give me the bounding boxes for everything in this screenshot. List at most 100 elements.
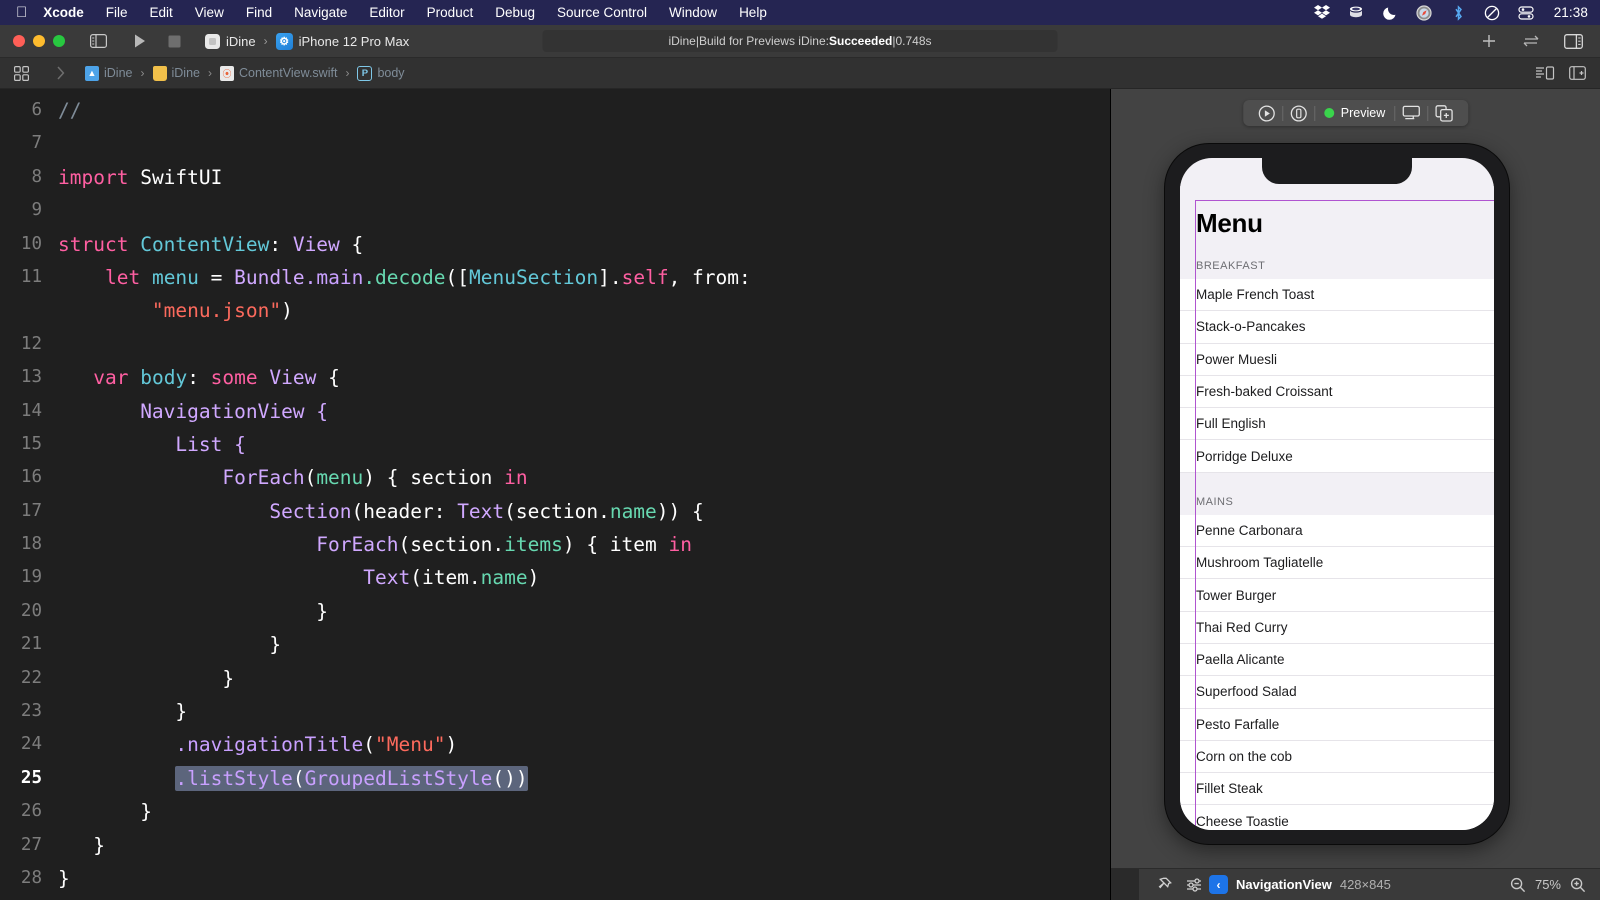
apple-logo-icon[interactable]:  [16, 5, 27, 20]
list-item[interactable]: Cheese Toastie [1180, 805, 1494, 830]
code-line-17: 17 Section(header: Text(section.name)) { [0, 495, 1110, 528]
list-item[interactable]: Maple French Toast [1180, 279, 1494, 312]
menu-item-debug[interactable]: Debug [495, 5, 535, 20]
list-item[interactable]: Mushroom Tagliatelle [1180, 547, 1494, 580]
pin-icon[interactable] [1149, 877, 1179, 892]
status-result: Succeeded [829, 34, 893, 48]
menu-item-find[interactable]: Find [246, 5, 272, 20]
list-item[interactable]: Tower Burger [1180, 579, 1494, 612]
chevron-left-icon[interactable]: ‹ [1209, 875, 1228, 894]
add-editor-icon[interactable] [1476, 30, 1502, 52]
code-line-13: 13 var body: some View { [0, 361, 1110, 394]
code-token: Text [457, 499, 505, 523]
code-token: } [58, 866, 70, 890]
menu-item-view[interactable]: View [195, 5, 224, 20]
list-item[interactable]: Fresh-baked Croissant [1180, 375, 1494, 409]
inspector-toggle-icon[interactable] [1560, 30, 1586, 52]
list-item[interactable]: Paella Alicante [1180, 643, 1494, 677]
breadcrumb-item-project[interactable]: ▲ iDine [85, 65, 133, 81]
menu-item-navigate[interactable]: Navigate [294, 5, 347, 20]
menu-item-editor[interactable]: Editor [369, 5, 404, 20]
swap-arrows-icon[interactable] [1518, 30, 1544, 52]
preview-toolbar: Preview [1242, 100, 1469, 126]
dropbox-icon[interactable] [1314, 4, 1331, 21]
menu-item-edit[interactable]: Edit [150, 5, 173, 20]
bluetooth-icon[interactable] [1450, 4, 1467, 21]
code-token: , from: [668, 265, 751, 289]
scheme-selector[interactable]: iDine › ⚙ iPhone 12 Pro Max [205, 32, 409, 50]
breadcrumb-label-3: body [377, 66, 405, 80]
database-stack-icon[interactable] [1348, 4, 1365, 21]
list-item[interactable]: Penne Carbonara [1180, 514, 1494, 548]
code-token: Text [363, 566, 411, 590]
moon-do-not-disturb-icon[interactable] [1382, 4, 1399, 21]
breadcrumb-item-folder[interactable]: iDine [152, 65, 200, 81]
code-selection-highlight[interactable]: .listStyle(GroupedListStyle()) [175, 765, 528, 791]
device-screen[interactable]: Menu BREAKFAST Maple French Toast Stack-… [1180, 158, 1494, 830]
list-item[interactable]: Corn on the cob [1180, 740, 1494, 774]
circle-slash-icon[interactable] [1484, 4, 1501, 21]
list-item[interactable]: Pesto Farfalle [1180, 708, 1494, 741]
line-number: 12 [20, 333, 42, 354]
list-item[interactable]: Stack-o-Pancakes [1180, 311, 1494, 344]
breadcrumb-item-symbol[interactable]: P body [357, 65, 405, 81]
minimap-toggle-icon[interactable] [1535, 66, 1555, 80]
menu-item-file[interactable]: File [106, 5, 128, 20]
list-item[interactable]: Superfood Salad [1180, 676, 1494, 709]
control-center-icon[interactable] [1518, 4, 1535, 21]
close-button[interactable] [13, 35, 25, 47]
list-item[interactable]: Fillet Steak [1180, 773, 1494, 806]
source-code-editor[interactable]: 6 // 7 8 import SwiftUI 9 10 struct Content… [0, 89, 1110, 900]
list-item[interactable]: Porridge Deluxe [1180, 440, 1494, 473]
code-line-14: 14 NavigationView { [0, 395, 1110, 428]
menu-item-xcode[interactable]: Xcode [43, 5, 84, 20]
xcode-window:  Xcode File Edit View Find Navigate Edi… [0, 0, 1600, 900]
code-line-16: 16 ForEach(menu) { section in [0, 461, 1110, 494]
play-circle-icon[interactable] [1251, 100, 1282, 126]
maximize-button[interactable] [53, 35, 65, 47]
zoom-out-icon[interactable] [1510, 877, 1526, 893]
bottom-bar-left-gutter [1111, 869, 1139, 900]
preview-status[interactable]: Preview [1315, 106, 1394, 120]
compass-icon[interactable] [1416, 4, 1433, 21]
folder-icon [152, 65, 167, 81]
list-item[interactable]: Thai Red Curry [1180, 611, 1494, 644]
line-number: 13 [20, 367, 42, 388]
line-number: 17 [20, 500, 42, 521]
list-item[interactable]: Power Muesli [1180, 343, 1494, 376]
code-token: { [316, 366, 340, 390]
code-token: var [93, 366, 129, 390]
code-line-21: 21 } [0, 628, 1110, 661]
run-play-icon[interactable] [127, 30, 153, 52]
code-token: ) { item [562, 533, 669, 557]
menu-item-product[interactable]: Product [427, 5, 474, 20]
sliders-icon[interactable] [1179, 877, 1209, 892]
device-circle-icon[interactable] [1283, 100, 1314, 126]
sidebar-toggle-icon[interactable] [85, 30, 111, 52]
breadcrumb-separator-1: › [208, 66, 212, 80]
code-token: : [269, 232, 293, 256]
duplicate-preview-icon[interactable] [1428, 100, 1460, 126]
preview-canvas[interactable]: Preview Menu BREAKFAST Maple French Toas… [1110, 89, 1600, 900]
menu-bar-status-area: 21:38 [1297, 4, 1600, 21]
minimize-button[interactable] [33, 35, 45, 47]
simulated-app: Menu BREAKFAST Maple French Toast Stack-… [1180, 186, 1494, 830]
menu-item-window[interactable]: Window [669, 5, 717, 20]
grid-view-icon[interactable] [6, 65, 36, 81]
code-token: self [621, 265, 669, 289]
menu-bar-clock[interactable]: 21:38 [1554, 5, 1588, 20]
build-status-bar[interactable]: iDine | Build for Previews iDine: Succee… [542, 30, 1058, 52]
breadcrumb-item-file[interactable]: ⦿ ContentView.swift [220, 65, 337, 81]
code-token: .navigationTitle [175, 733, 364, 757]
monitor-icon[interactable] [1395, 100, 1427, 126]
add-assistant-editor-icon[interactable] [1569, 66, 1586, 80]
menu-item-help[interactable]: Help [739, 5, 767, 20]
line-number: 11 [20, 266, 42, 287]
code-token: .main [304, 265, 364, 289]
stop-square-icon[interactable] [161, 30, 187, 52]
zoom-in-icon[interactable] [1570, 877, 1586, 893]
menu-item-source-control[interactable]: Source Control [557, 5, 647, 20]
chevron-right-icon[interactable] [56, 66, 65, 80]
code-token: some [210, 366, 258, 390]
list-item[interactable]: Full English [1180, 408, 1494, 441]
